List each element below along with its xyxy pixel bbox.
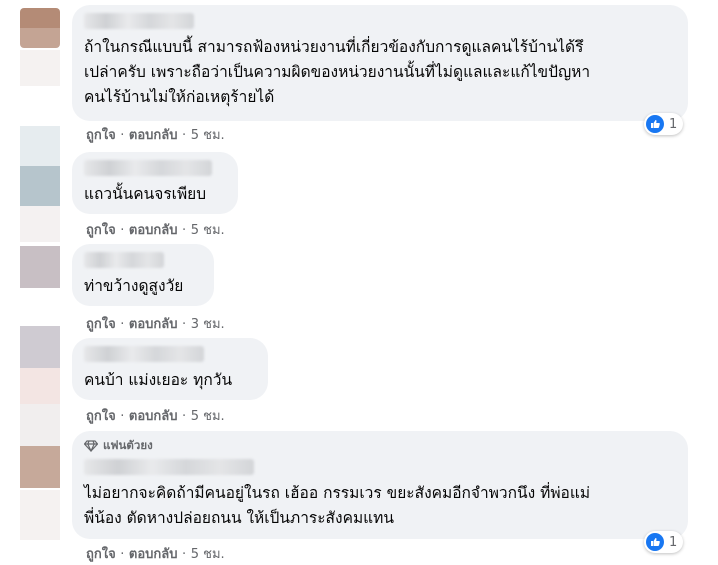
comment-actions: ถูกใจ · ตอบกลับ · 3 ชม. xyxy=(86,313,225,334)
comment-actions: ถูกใจ · ตอบกลับ · 5 ชม. xyxy=(86,405,225,426)
comment-actions: ถูกใจ · ตอบกลับ · 5 ชม. xyxy=(86,543,225,564)
comment-text: คนบ้า แม่งเยอะ ทุกวัน xyxy=(84,371,233,389)
comment-actions: ถูกใจ · ตอบกลับ · 5 ชม. xyxy=(86,219,225,240)
comment-text: แถวนั้นคนจรเพียบ xyxy=(84,185,207,203)
timestamp[interactable]: 5 ชม. xyxy=(191,547,225,562)
comment-bubble: คนบ้า แม่งเยอะ ทุกวัน xyxy=(72,338,268,400)
like-button[interactable]: ถูกใจ xyxy=(86,547,116,562)
avatar xyxy=(20,206,60,242)
avatar xyxy=(20,490,60,540)
like-button[interactable]: ถูกใจ xyxy=(86,409,116,424)
separator: · xyxy=(120,317,125,332)
separator: · xyxy=(182,128,187,143)
comment-bubble: แฟนตัวยง ไม่อยากจะคิดถ้ามีคนอยู่ในรถ เฮ้… xyxy=(72,431,688,539)
avatar[interactable] xyxy=(20,326,60,446)
timestamp[interactable]: 5 ชม. xyxy=(191,223,225,238)
like-icon xyxy=(646,115,664,133)
separator: · xyxy=(182,223,187,238)
like-button[interactable]: ถูกใจ xyxy=(86,128,116,143)
comment-thread: ถ้าในกรณีแบบนี้ สามารถฟ้องหน่วยงานที่เกี… xyxy=(0,0,718,565)
timestamp[interactable]: 5 ชม. xyxy=(191,128,225,143)
diamond-icon xyxy=(84,440,98,452)
badge-label: แฟนตัวยง xyxy=(103,438,153,452)
commenter-name[interactable] xyxy=(84,160,212,176)
separator: · xyxy=(120,128,125,143)
comment-text: ไม่อยากจะคิดถ้ามีคนอยู่ในรถ เฮ้ออ กรรมเว… xyxy=(84,484,591,527)
top-fan-badge[interactable]: แฟนตัวยง xyxy=(84,437,676,455)
separator: · xyxy=(120,409,125,424)
timestamp[interactable]: 3 ชม. xyxy=(191,317,225,332)
timestamp[interactable]: 5 ชม. xyxy=(191,409,225,424)
commenter-name[interactable] xyxy=(84,346,204,362)
reply-button[interactable]: ตอบกลับ xyxy=(129,317,178,332)
reaction-count[interactable]: 1 xyxy=(644,113,684,135)
separator: · xyxy=(120,547,125,562)
comment-bubble: แถวนั้นคนจรเพียบ xyxy=(72,152,238,214)
commenter-name[interactable] xyxy=(84,252,164,268)
avatar[interactable] xyxy=(20,446,60,488)
comment-text: ท่าขว้างดูสูงวัย xyxy=(84,277,184,295)
reply-button[interactable]: ตอบกลับ xyxy=(129,128,178,143)
like-button[interactable]: ถูกใจ xyxy=(86,317,116,332)
reaction-number: 1 xyxy=(669,116,678,132)
comment-text: ถ้าในกรณีแบบนี้ สามารถฟ้องหน่วยงานที่เกี… xyxy=(84,38,591,106)
comment-actions: ถูกใจ · ตอบกลับ · 5 ชม. xyxy=(86,124,225,145)
commenter-name[interactable] xyxy=(84,459,254,475)
avatar[interactable] xyxy=(20,8,60,48)
comment-bubble: ถ้าในกรณีแบบนี้ สามารถฟ้องหน่วยงานที่เกี… xyxy=(72,5,688,121)
separator: · xyxy=(120,223,125,238)
avatar[interactable] xyxy=(20,246,60,288)
like-icon xyxy=(646,533,664,551)
separator: · xyxy=(182,409,187,424)
commenter-name[interactable] xyxy=(84,13,194,29)
reply-button[interactable]: ตอบกลับ xyxy=(129,409,178,424)
avatar[interactable] xyxy=(20,126,60,206)
separator: · xyxy=(182,547,187,562)
reaction-count[interactable]: 1 xyxy=(644,531,684,553)
avatar xyxy=(20,50,60,86)
reaction-number: 1 xyxy=(669,534,678,550)
comment-bubble: ท่าขว้างดูสูงวัย xyxy=(72,244,214,306)
reply-button[interactable]: ตอบกลับ xyxy=(129,223,178,238)
separator: · xyxy=(182,317,187,332)
reply-button[interactable]: ตอบกลับ xyxy=(129,547,178,562)
like-button[interactable]: ถูกใจ xyxy=(86,223,116,238)
